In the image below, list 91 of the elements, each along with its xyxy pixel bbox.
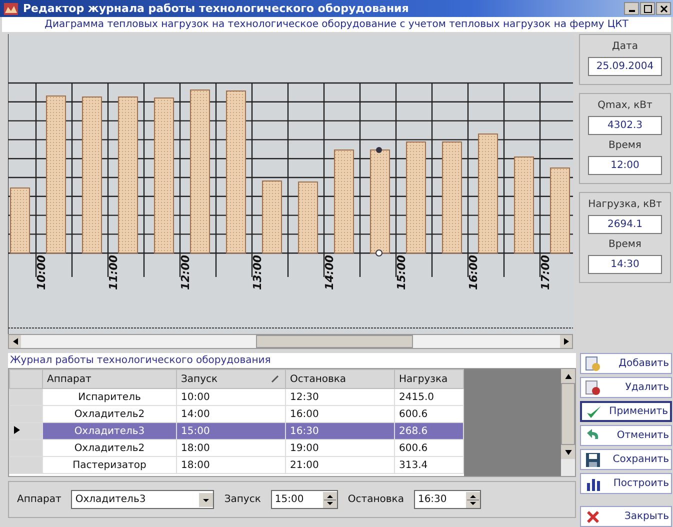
left-arrow-icon (12, 338, 18, 345)
stop-time-field[interactable]: 16:30 (414, 490, 481, 509)
document-icon (585, 380, 601, 396)
time-label: 11:00 (107, 254, 120, 290)
header-cell (10, 370, 42, 388)
chart-bar (10, 188, 30, 254)
table-row[interactable]: Охладитель3 15:00 16:30 268.6 (10, 422, 464, 440)
time-label: Время (608, 140, 642, 151)
journal-title: Журнал работы технологического оборудования (8, 353, 576, 368)
table-row[interactable]: Пастеризатор 18:00 21:00 313.4 (10, 456, 464, 474)
column-header[interactable]: Остановка (286, 370, 394, 388)
table-cell: 18:00 (176, 440, 286, 456)
time-label: 16:00 (467, 254, 480, 290)
time-label: 17:00 (539, 254, 552, 290)
table-cell: Охладитель3 (42, 422, 176, 440)
time-label: Время (608, 239, 642, 250)
value-field[interactable]: 2694.1 (588, 215, 662, 234)
close-icon (585, 508, 601, 524)
window-title: Редактор журнала работы технологического оборудования (23, 2, 410, 15)
field-label: Остановка (348, 494, 404, 505)
table-cell: Пастеризатор (42, 456, 176, 474)
start-time-field[interactable]: 15:00 (270, 490, 338, 509)
vertical-scrollbar[interactable] (561, 369, 575, 476)
spinner-icon (466, 492, 480, 508)
column-header[interactable]: Запуск (176, 370, 286, 388)
column-header[interactable]: Нагрузка (394, 370, 464, 388)
scroll-thumb[interactable] (561, 383, 575, 445)
close-button[interactable] (656, 2, 671, 15)
time-label: 13:00 (251, 254, 264, 290)
table-cell: 15:00 (176, 422, 286, 440)
close-icon (660, 4, 668, 12)
chart-bar (298, 182, 318, 254)
marker-icon (376, 147, 382, 153)
table-cell: Испаритель (42, 388, 176, 406)
scroll-right-button[interactable] (560, 335, 572, 348)
table-row[interactable]: Охладитель2 18:00 19:00 600.6 (10, 440, 464, 456)
value-field[interactable]: 4302.3 (588, 116, 662, 135)
time-label: 15:00 (395, 254, 408, 290)
field-label: Аппарат (17, 494, 62, 505)
time-field[interactable]: 12:00 (588, 156, 662, 175)
undo-button[interactable]: Отменить (580, 425, 672, 446)
value-field[interactable]: 25.09.2004 (588, 57, 662, 76)
spinner-icon (322, 492, 337, 508)
close-button[interactable]: Закрыть (580, 506, 672, 527)
apply-button[interactable]: Применить (580, 401, 672, 422)
row-indicator[interactable] (10, 422, 42, 440)
save-button[interactable]: Сохранить (580, 449, 672, 470)
table-cell: 21:00 (286, 456, 394, 474)
app-icon (4, 2, 18, 14)
table-cell: 313.4 (394, 456, 464, 474)
table-cell: 12:30 (286, 388, 394, 406)
maximize-icon (644, 4, 652, 12)
up-arrow-icon (564, 374, 572, 378)
minimize-icon (628, 10, 634, 12)
panel-label: Qmax, кВт (598, 100, 652, 111)
scroll-thumb[interactable] (256, 335, 413, 348)
table-cell: 18:00 (176, 456, 286, 474)
plot-button[interactable]: Построить (580, 473, 672, 494)
delete-button[interactable]: Удалить (580, 377, 672, 398)
table-row[interactable]: Испаритель 10:00 12:30 2415.0 (10, 388, 464, 406)
time-label: 10:00 (35, 254, 48, 290)
time-label: 12:00 (179, 254, 192, 290)
scroll-up-button[interactable] (561, 369, 575, 383)
chart-title: Диаграмма тепловых нагрузок на технологическое оборудование с учетом тепловых нагрузок на ферму ЦКТ (2, 17, 671, 32)
column-header[interactable]: Аппарат (42, 370, 176, 388)
scroll-down-button[interactable] (561, 445, 575, 459)
maximize-button[interactable] (640, 2, 655, 15)
table-cell: Охладитель2 (42, 440, 176, 456)
right-arrow-icon (564, 338, 568, 345)
table-cell: 600.6 (394, 440, 464, 456)
minimize-button[interactable] (624, 2, 639, 15)
table-cell: 2415.0 (394, 388, 464, 406)
horizontal-scrollbar[interactable] (8, 334, 573, 349)
marker-icon (376, 250, 382, 256)
table-cell: 268.6 (394, 422, 464, 440)
down-arrow-icon (564, 450, 572, 454)
add-button[interactable]: Добавить (580, 353, 672, 374)
panel-label: Дата (612, 41, 638, 52)
dropdown-icon (199, 492, 214, 506)
table-cell: 19:00 (286, 440, 394, 456)
panel-label: Нагрузка, кВт (588, 199, 662, 210)
time-label: 14:00 (323, 254, 336, 290)
apparatus-dropdown[interactable]: Охладитель3 (71, 490, 214, 509)
table-cell: 16:30 (286, 422, 394, 440)
scroll-left-button[interactable] (9, 335, 21, 348)
field-label: Запуск (224, 494, 261, 505)
document-icon (585, 356, 601, 372)
table-cell: 10:00 (176, 388, 286, 406)
current-row-icon (14, 426, 20, 434)
time-field[interactable]: 14:30 (588, 255, 662, 274)
checkmark-icon (586, 404, 602, 420)
